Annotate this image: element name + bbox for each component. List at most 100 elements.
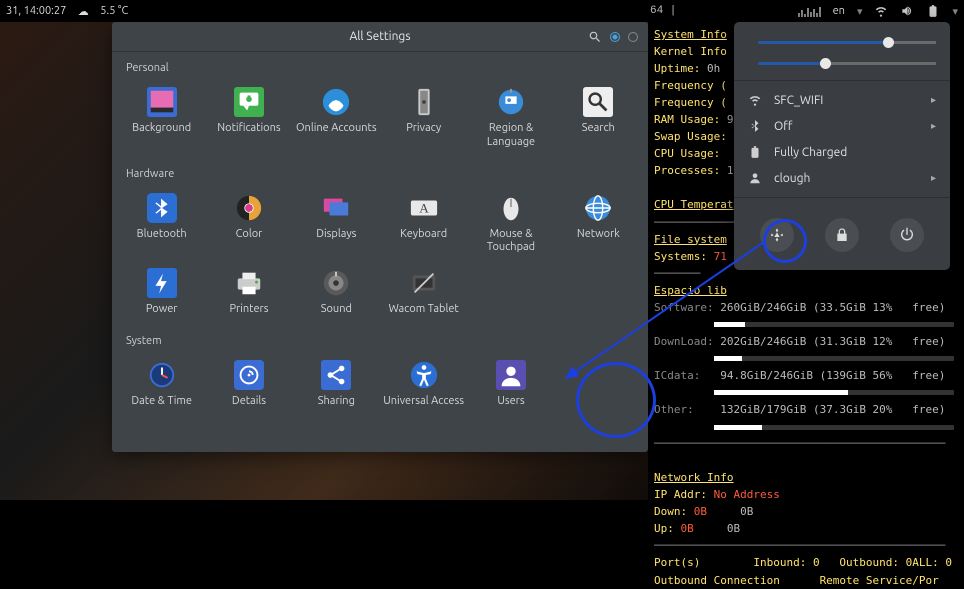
settings-item-sound[interactable]: Sound <box>293 261 380 323</box>
system-menu-popover: SFC_WIFI ▸ Off ▸ Fully Charged clough ▸ <box>734 22 950 270</box>
settings-item-label: Color <box>236 228 263 242</box>
menu-item-user[interactable]: clough ▸ <box>734 165 950 191</box>
menu-item-bluetooth[interactable]: Off ▸ <box>734 113 950 139</box>
settings-item-label: Network <box>577 228 620 242</box>
language-indicator[interactable]: en <box>833 5 845 17</box>
displays-icon <box>320 192 352 224</box>
wifi-icon <box>748 93 762 107</box>
system-menu-chevron-icon[interactable]: ▾ <box>952 5 958 18</box>
power-action-button[interactable] <box>890 218 924 252</box>
settings-item-label: Background <box>132 122 191 136</box>
settings-item-network[interactable]: Network <box>555 186 642 262</box>
settings-item-power[interactable]: Power <box>118 261 205 323</box>
settings-item-privacy[interactable]: Privacy <box>380 80 467 156</box>
bluetooth-icon <box>146 192 178 224</box>
top-bar: 31, 14:00:27 ☁ 5.5 °C 64 | en ▾ ▾ <box>0 0 964 22</box>
region-icon <box>495 86 527 118</box>
sound-icon <box>320 267 352 299</box>
menu-item-battery[interactable]: Fully Charged <box>734 139 950 165</box>
search-icon[interactable] <box>588 30 602 44</box>
menu-item-wifi[interactable]: SFC_WIFI ▸ <box>734 87 950 113</box>
chevron-right-icon: ▸ <box>931 172 936 184</box>
settings-item-label: Displays <box>316 228 356 242</box>
settings-item-label: Details <box>232 395 266 409</box>
category-label: Hardware <box>112 158 648 182</box>
privacy-icon <box>408 86 440 118</box>
wifi-icon[interactable] <box>874 4 888 18</box>
color-icon <box>233 192 265 224</box>
settings-item-universal[interactable]: Universal Access <box>380 353 467 415</box>
svg-text:A: A <box>419 200 429 215</box>
settings-item-label: Online Accounts <box>296 122 377 136</box>
settings-item-label: Notifications <box>217 122 280 136</box>
mouse-icon <box>495 192 527 224</box>
settings-item-color[interactable]: Color <box>205 186 292 262</box>
bluetooth-icon <box>748 119 762 133</box>
weather-icon: ☁ <box>76 4 90 18</box>
users-icon <box>495 359 527 391</box>
settings-item-keyboard[interactable]: A Keyboard <box>380 186 467 262</box>
settings-item-users[interactable]: Users <box>467 353 554 415</box>
volume-slider[interactable] <box>758 41 936 44</box>
universal-icon <box>408 359 440 391</box>
activity-graph-icon <box>798 5 821 17</box>
settings-item-label: Universal Access <box>383 395 464 409</box>
settings-item-wacom[interactable]: Wacom Tablet <box>380 261 467 323</box>
sharing-icon <box>320 359 352 391</box>
settings-item-label: Search <box>582 122 615 136</box>
language-chevron-icon: ▾ <box>857 5 863 18</box>
details-icon <box>233 359 265 391</box>
settings-item-search[interactable]: Search <box>555 80 642 156</box>
settings-item-mouse[interactable]: Mouse & Touchpad <box>467 186 554 262</box>
menu-item-label: Fully Charged <box>774 146 847 159</box>
search-icon <box>582 86 614 118</box>
keyboard-icon: A <box>408 192 440 224</box>
category-label: Personal <box>112 52 648 76</box>
settings-item-label: Keyboard <box>400 228 447 242</box>
temperature: 5.5 °C <box>100 5 128 17</box>
clock: 31, 14:00:27 <box>6 5 66 17</box>
settings-item-label: Wacom Tablet <box>389 303 459 317</box>
settings-item-sharing[interactable]: Sharing <box>293 353 380 415</box>
settings-item-label: Bluetooth <box>137 228 187 242</box>
settings-item-background[interactable]: Background <box>118 80 205 156</box>
settings-item-label: Printers <box>229 303 268 317</box>
battery-icon[interactable] <box>926 4 940 18</box>
menu-item-label: SFC_WIFI <box>774 94 823 107</box>
settings-header: All Settings <box>112 22 648 52</box>
volume-icon[interactable] <box>900 4 914 18</box>
settings-item-details[interactable]: Details <box>205 353 292 415</box>
settings-item-region[interactable]: Region & Language <box>467 80 554 156</box>
view-toggle-list[interactable] <box>628 32 638 42</box>
settings-item-printers[interactable]: Printers <box>205 261 292 323</box>
menu-item-label: Off <box>774 120 792 133</box>
battery-icon <box>748 145 762 159</box>
settings-item-online-accounts[interactable]: Online Accounts <box>293 80 380 156</box>
online-accounts-icon <box>320 86 352 118</box>
terminal-title: 64 | <box>650 5 676 17</box>
settings-action-button[interactable] <box>760 218 794 252</box>
brightness-slider[interactable] <box>758 62 936 65</box>
settings-item-label: Privacy <box>406 122 441 136</box>
settings-title: All Settings <box>349 30 410 43</box>
settings-item-label: Region & Language <box>469 122 552 150</box>
settings-item-notifications[interactable]: Notifications <box>205 80 292 156</box>
category-label: System <box>112 325 648 349</box>
settings-item-label: Sound <box>321 303 352 317</box>
notifications-icon <box>233 86 265 118</box>
settings-item-datetime[interactable]: Date & Time <box>118 353 205 415</box>
brightness-slider-row <box>734 53 950 74</box>
background-icon <box>146 86 178 118</box>
settings-item-displays[interactable]: Displays <box>293 186 380 262</box>
settings-item-label: Sharing <box>318 395 355 409</box>
volume-slider-row <box>734 32 950 53</box>
lock-action-button[interactable] <box>825 218 859 252</box>
settings-item-label: Power <box>146 303 178 317</box>
network-icon <box>582 192 614 224</box>
settings-item-label: Date & Time <box>131 395 192 409</box>
user-icon <box>748 171 762 185</box>
power-icon <box>146 267 178 299</box>
settings-item-bluetooth[interactable]: Bluetooth <box>118 186 205 262</box>
printers-icon <box>233 267 265 299</box>
view-toggle-grid[interactable] <box>610 32 620 42</box>
